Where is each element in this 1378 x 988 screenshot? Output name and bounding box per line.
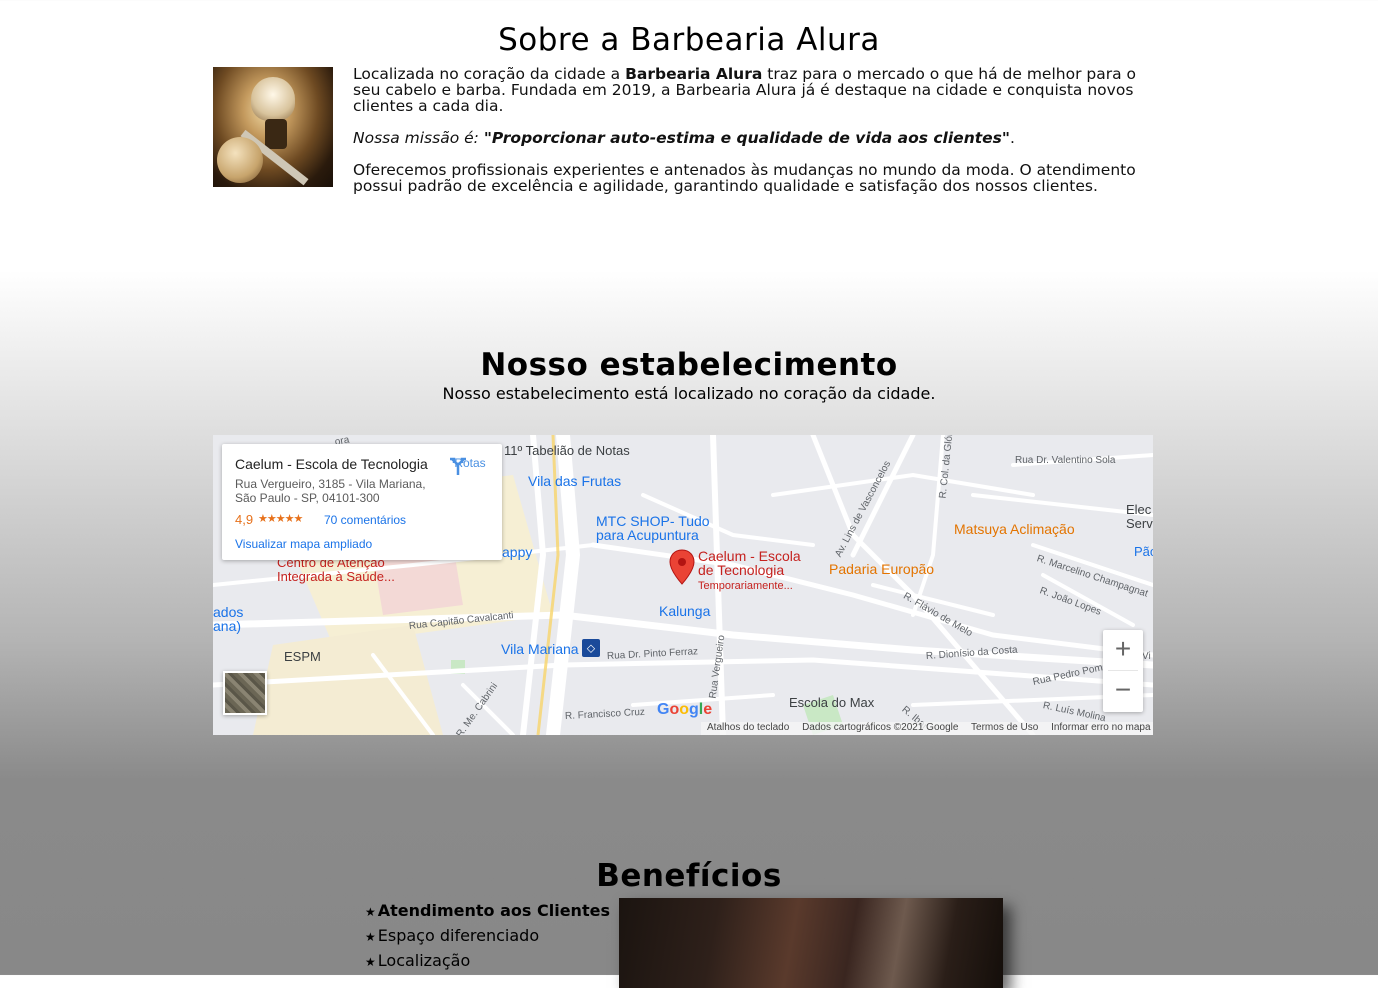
map-label-caelum-3: Temporariamente... — [698, 580, 793, 592]
map-label-caelum-2: de Tecnologia — [698, 562, 785, 578]
map-label-pao: Pão — [1134, 544, 1153, 559]
map-data-credit: Dados cartográficos ©2021 Google — [802, 722, 959, 733]
place-address: Rua Vergueiro, 3185 - Vila Mariana, São … — [235, 477, 426, 505]
benefit-label: Espaço diferenciado — [377, 926, 540, 945]
benefit-item: ★ Atendimento aos Clientes — [365, 899, 610, 924]
benefits-list: ★ Atendimento aos Clientes ★ Espaço difere… — [365, 899, 610, 974]
benefit-item: ★ Espaço diferenciado — [365, 924, 610, 949]
benefit-label: Atendimento aos Clientes — [377, 901, 610, 920]
map-label-happy: appy — [502, 544, 533, 560]
star-icon: ★ — [365, 905, 376, 919]
report-error-link[interactable]: Informar erro no mapa — [1051, 722, 1151, 733]
street-valentino: Rua Dr. Valentino Sola — [1015, 455, 1116, 466]
map-label-escola-max: Escola do Max — [789, 695, 875, 710]
location-pin-icon[interactable] — [669, 549, 695, 585]
map-label-centro: Centro de Atenção Integrada à Saúde... — [277, 556, 395, 584]
map-label-matsuya: Matsuya Aclimação — [954, 521, 1075, 537]
shaving-brush-graphic — [251, 77, 295, 121]
mission-suffix: . — [1009, 129, 1015, 147]
satellite-toggle-button[interactable] — [223, 671, 267, 715]
map-label-elec-1: Elec — [1126, 502, 1152, 517]
zoom-out-button[interactable]: − — [1103, 671, 1143, 711]
rating-stars-icon: ★★★★★ — [258, 513, 303, 525]
zoom-controls: + − — [1103, 630, 1143, 712]
mission-paragraph: Nossa missão é: "Proporcionar auto-estim… — [353, 130, 1153, 146]
map-label-vila-mariana: Vila Mariana — [501, 641, 579, 657]
map-label-elec-2: Servic — [1126, 516, 1153, 531]
street-vi: Vi — [1142, 651, 1151, 662]
map-label-espm: ESPM — [284, 649, 321, 664]
map-label-caelum: Caelum - Escola de Tecnologia Temporariame… — [698, 549, 801, 593]
about-title: Sobre a Barbearia Alura — [498, 21, 880, 58]
mission-statement: "Proporcionar auto-estima e qualidade de… — [483, 129, 1010, 147]
map-label-padaria: Padaria Europão — [829, 561, 935, 577]
star-icon: ★ — [365, 930, 376, 944]
map-label-centro-2: Integrada à Saúde... — [277, 569, 395, 584]
map-label-mtc-2: para Acupuntura — [596, 527, 699, 543]
zoom-in-button[interactable]: + — [1103, 630, 1143, 670]
barber-tools-image — [213, 67, 333, 187]
about-paragraph-3: Oferecemos profissionais experientes e a… — [353, 161, 1136, 195]
google-logo[interactable]: Google — [657, 701, 712, 719]
map-label-tabeliao: 11º Tabelião de Notas — [504, 443, 630, 458]
map-label-vila-frutas: Vila das Frutas — [528, 473, 622, 489]
map-label-kalunga: Kalunga — [659, 603, 711, 619]
map-label-elec: ElecServic — [1126, 503, 1153, 531]
keyboard-shortcuts-link[interactable]: Atalhos do teclado — [707, 722, 789, 733]
map-label-mtc: MTC SHOP- Tudo para Acupuntura — [596, 514, 710, 542]
view-larger-map-link[interactable]: Visualizar mapa ampliado — [235, 537, 372, 551]
about-text: Localizada no coração da cidade a Barbea… — [353, 66, 1153, 210]
map-label-ados-2: ana) — [213, 618, 242, 634]
directions-button[interactable]: Rotas — [448, 456, 492, 475]
map-label-ados: ados ana) — [213, 605, 243, 633]
about-paragraph-1: Localizada no coração da cidade a Barbea… — [353, 66, 1153, 114]
place-name: Caelum - Escola de Tecnologia — [235, 456, 428, 472]
metro-station-icon: ⬦ — [582, 639, 600, 657]
terms-link[interactable]: Termos de Uso — [971, 722, 1038, 733]
establishment-subtitle: Nosso estabelecimento está localizado no… — [442, 384, 936, 403]
establishment-title: Nosso estabelecimento — [480, 346, 898, 383]
star-icon: ★ — [365, 955, 376, 969]
brush-handle-graphic — [265, 119, 287, 149]
benefit-label: Localização — [377, 951, 471, 970]
benefit-item: ★ Localização — [365, 949, 610, 974]
place-rating: 4,9 — [235, 512, 254, 527]
benefits-title: Benefícios — [596, 857, 782, 894]
embedded-map[interactable]: 11º Tabelião de Notas Vila das Frutas MT… — [213, 435, 1153, 735]
reviews-link[interactable]: 70 comentários — [324, 513, 406, 527]
map-attribution-bar: Atalhos do teclado Dados cartográficos ©… — [701, 722, 1153, 735]
mission-prefix: Nossa missão é: — [353, 129, 484, 147]
place-info-card: Caelum - Escola de Tecnologia Rua Vergue… — [222, 444, 502, 560]
soap-graphic — [217, 137, 263, 183]
